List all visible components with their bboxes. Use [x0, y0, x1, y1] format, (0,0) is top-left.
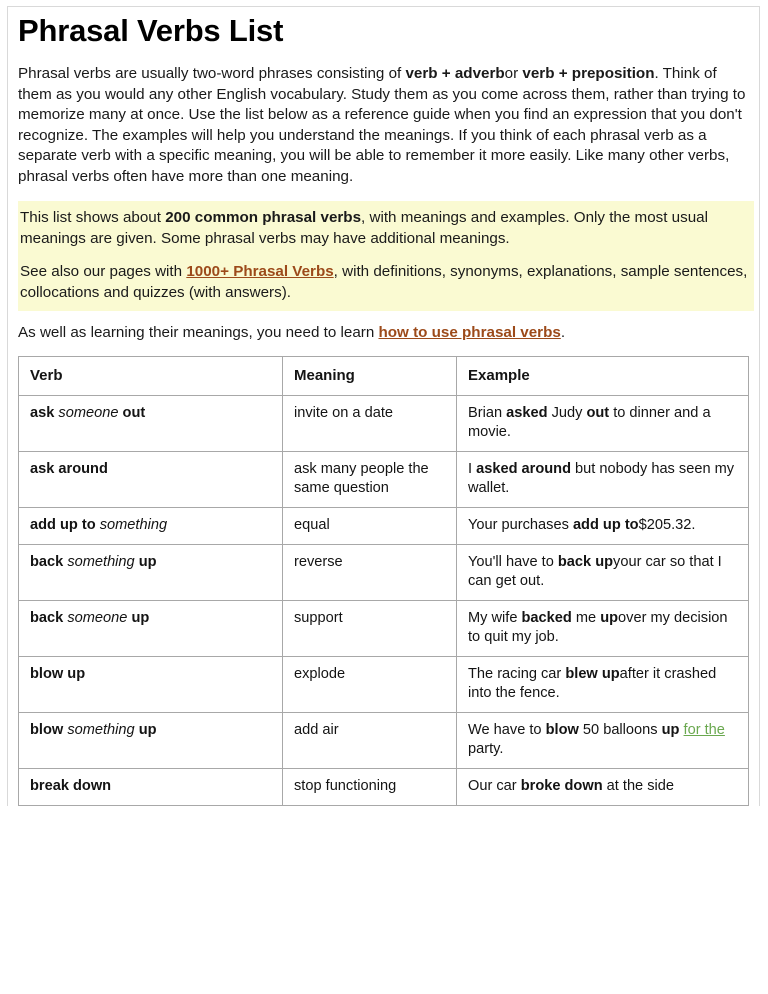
- cell-meaning: invite on a date: [282, 394, 457, 452]
- verb-bold-part: break down: [30, 777, 112, 794]
- cell-meaning: support: [282, 599, 457, 657]
- verb-bold-particle: up: [131, 609, 150, 626]
- verb-bold-part: add up to: [30, 516, 96, 533]
- example-bold-1: blew up: [565, 665, 620, 682]
- cell-meaning: stop functioning: [282, 767, 457, 806]
- table-header: Verb Meaning Example: [18, 355, 749, 396]
- cell-verb: blow up: [18, 655, 283, 713]
- document-content: Phrasal Verbs List Phrasal verbs are usu…: [0, 0, 768, 806]
- column-header-example: Example: [456, 355, 749, 396]
- verb-italic-object: something: [67, 721, 135, 738]
- verb-bold-particle: out: [122, 404, 146, 421]
- table-row: ask someone out invite on a date Brian ask…: [18, 394, 749, 452]
- cell-verb: back someone up: [18, 599, 283, 657]
- note-bold-200-common: 200 common phrasal verbs: [165, 209, 362, 227]
- example-bold-1: back up: [557, 553, 614, 570]
- intro-text-1: Phrasal verbs are usually two-word phras…: [18, 65, 406, 83]
- cell-meaning: ask many people the same question: [282, 450, 457, 508]
- verb-bold-part: blow: [30, 721, 64, 738]
- verb-italic-object: something: [67, 553, 135, 570]
- cell-verb: ask around: [18, 450, 283, 508]
- cell-example: I asked around but nobody has seen my wa…: [456, 450, 749, 508]
- note-text-2a: See also our pages with: [20, 263, 187, 281]
- verb-bold-particle: up: [138, 721, 157, 738]
- table-row: blow something up add air We have to blow …: [18, 711, 749, 769]
- example-bold-1: add up to: [572, 516, 639, 533]
- column-header-meaning: Meaning: [282, 355, 457, 396]
- page-title: Phrasal Verbs List: [18, 13, 284, 48]
- cell-verb: break down: [18, 767, 283, 806]
- cell-verb: back something up: [18, 543, 283, 601]
- highlight-note-block: This list shows about 200 common phrasal…: [18, 201, 754, 312]
- page-root: Phrasal Verbs List Phrasal verbs are usu…: [0, 0, 768, 994]
- cell-verb: ask someone out: [18, 394, 283, 452]
- table-header-row: Verb Meaning Example: [18, 355, 749, 396]
- table-row: back someone up support My wife backed me …: [18, 599, 749, 657]
- lead-text-b: .: [560, 324, 566, 342]
- example-bold-2: up: [661, 721, 680, 738]
- verb-italic-object: something: [99, 516, 168, 533]
- example-bold-2: out: [586, 404, 610, 421]
- table-row: ask around ask many people the same quest…: [18, 450, 749, 508]
- cell-meaning: explode: [282, 655, 457, 713]
- intro-text-3: . Think of them as you would any other E…: [18, 65, 746, 185]
- table-body: ask someone out invite on a date Brian ask…: [18, 394, 749, 806]
- cell-example: Your purchases add up to$205.32.: [456, 506, 749, 545]
- link-1000-phrasal-verbs[interactable]: 1000+ Phrasal Verbs: [186, 263, 333, 280]
- verb-bold-part: ask around: [30, 460, 108, 477]
- cell-example: The racing car blew upafter it crashed i…: [456, 655, 749, 713]
- lead-text-a: As well as learning their meanings, you …: [18, 324, 379, 342]
- table-row: back something up reverse You'll have to b…: [18, 543, 749, 601]
- cell-example: Brian asked Judy out to dinner and a mov…: [456, 394, 749, 452]
- cell-example: We have to blow 50 balloons up for the p…: [456, 711, 749, 769]
- table-row: add up to something equal Your purchases a…: [18, 506, 749, 545]
- example-bold-1: asked: [506, 404, 548, 421]
- verb-bold-part: back: [30, 553, 64, 570]
- intro-bold-verb-preposition: verb + preposition: [522, 65, 655, 83]
- example-bold-2: up: [600, 609, 619, 626]
- example-bold-1: asked around: [476, 460, 571, 477]
- cell-example: Our car broke down at the side: [456, 767, 749, 806]
- table-row: blow up explode The racing car blew upafte…: [18, 655, 749, 713]
- cell-meaning: equal: [282, 506, 457, 545]
- cell-meaning: add air: [282, 711, 457, 769]
- verb-bold-particle: up: [138, 553, 157, 570]
- verb-bold-part: ask: [30, 404, 55, 421]
- verb-bold-part: blow up: [30, 665, 86, 682]
- intro-bold-verb-adverb: verb + adverb: [405, 65, 505, 83]
- cell-example: You'll have to back upyour car so that I…: [456, 543, 749, 601]
- note-text-1a: This list shows about: [20, 209, 166, 227]
- verb-italic-object: someone: [58, 404, 119, 421]
- cell-meaning: reverse: [282, 543, 457, 601]
- example-bold-1: backed: [521, 609, 572, 626]
- verb-bold-part: back: [30, 609, 64, 626]
- phrasal-verbs-table: Verb Meaning Example ask someone out invi…: [18, 355, 749, 806]
- example-bold-1: broke down: [520, 777, 603, 794]
- note-paragraph-1: This list shows about 200 common phrasal…: [20, 208, 750, 249]
- link-for-the[interactable]: for the: [684, 722, 725, 738]
- table-row: break down stop functioning Our car broke …: [18, 767, 749, 806]
- cell-verb: add up to something: [18, 506, 283, 545]
- link-how-to-use-phrasal-verbs[interactable]: how to use phrasal verbs: [379, 324, 561, 341]
- lead-line: As well as learning their meanings, you …: [18, 323, 754, 344]
- intro-text-2: or: [504, 65, 523, 83]
- cell-example: My wife backed me upover my decision to …: [456, 599, 749, 657]
- note-paragraph-2: See also our pages with 1000+ Phrasal Ve…: [20, 262, 750, 303]
- verb-italic-object: someone: [67, 609, 128, 626]
- cell-verb: blow something up: [18, 711, 283, 769]
- column-header-verb: Verb: [18, 355, 283, 396]
- example-bold-1: blow: [545, 721, 579, 738]
- intro-paragraph: Phrasal verbs are usually two-word phras…: [18, 64, 746, 187]
